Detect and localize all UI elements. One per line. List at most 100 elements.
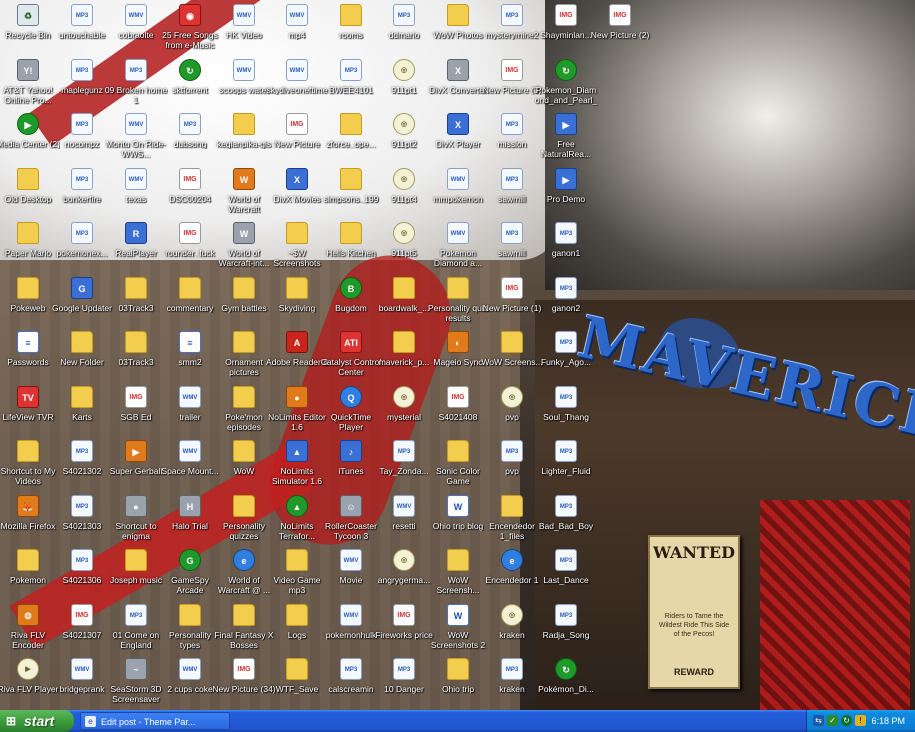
desktop-icon[interactable]: ◎ kraken — [486, 602, 538, 652]
desktop-icon[interactable]: Y! AT&T Yahoo! Online Pro... — [2, 57, 54, 107]
desktop-icon[interactable]: ● NoLimits Editor 1.6 — [268, 384, 326, 434]
desktop-icon[interactable]: A Adobe Reader 8 — [266, 329, 328, 379]
desktop-icon[interactable]: ▶ Pro Demo — [540, 166, 592, 216]
desktop-icon[interactable]: MP3 mission — [486, 111, 538, 161]
desktop-icon[interactable]: Poke'mon episodes — [218, 384, 270, 434]
desktop-icon[interactable]: IMG New Picture (34) — [212, 656, 276, 706]
desktop-icon[interactable]: WMV scoops water — [218, 57, 270, 107]
desktop-icon[interactable]: MP3 ganon2 — [540, 275, 592, 325]
desktop-icon[interactable]: 🦊 Mozilla Firefox — [1, 493, 55, 543]
desktop-icon[interactable]: W World of Warcraft — [218, 166, 270, 216]
desktop-icon[interactable]: MP3 ganon1 — [540, 220, 592, 270]
desktop-icon[interactable]: IMG S4021307 — [56, 602, 108, 652]
desktop-icon[interactable]: MP3 09 Broken home 1 — [105, 57, 167, 107]
desktop-icon[interactable]: MP3 Lighter_Fluid — [540, 438, 592, 488]
desktop-icon[interactable]: Sonic Color Game — [432, 438, 484, 488]
desktop-icon[interactable]: ▲ NoLimits Simulator 1.6 — [271, 438, 323, 488]
desktop-icon[interactable]: B Bugdom — [325, 275, 377, 325]
desktop-icon[interactable]: IMG rounder_fuck — [164, 220, 216, 270]
desktop-icon[interactable]: ♪ iTunes — [325, 438, 377, 488]
desktop-icon[interactable]: ↻ sktforrent — [164, 57, 216, 107]
desktop-icon[interactable]: ⚙ Riva FLV Encoder — [2, 602, 54, 652]
desktop-icon[interactable]: MP3 Funky_Ago... — [540, 329, 592, 379]
desktop-icon[interactable]: MP3 S4021302 — [56, 438, 108, 488]
desktop-icon[interactable]: e World of Warcraft @ ... — [218, 547, 270, 597]
desktop-icon[interactable]: IMG New Picture (2) — [591, 2, 649, 52]
desktop-icon[interactable]: 03Track3 — [110, 275, 162, 325]
desktop-icon[interactable]: simpsons_199 — [324, 166, 378, 216]
desktop-icon[interactable]: Ohio trip — [432, 656, 484, 706]
desktop-icon[interactable]: X DivX Player — [432, 111, 484, 161]
desktop-icon[interactable]: rooms — [325, 2, 377, 52]
desktop-icon[interactable]: WMV texas — [110, 166, 162, 216]
desktop-icon[interactable]: WMV mp4 — [271, 2, 323, 52]
desktop-icon[interactable]: IMG New Picture — [271, 111, 323, 161]
desktop-icon[interactable]: MP3 Last_Dance — [540, 547, 592, 597]
desktop-icon[interactable]: MP3 10 Danger — [378, 656, 430, 706]
desktop-icon[interactable]: WMV 2 cups coke — [164, 656, 216, 706]
desktop[interactable]: MAVERICK WANTED Riders to Tame the Wilde… — [0, 0, 915, 710]
desktop-icon[interactable]: MP3 bonkerfire — [56, 166, 108, 216]
desktop-icon[interactable]: MP3 BWEE4101 — [325, 57, 377, 107]
desktop-icon[interactable]: MP3 ddmario — [378, 2, 430, 52]
desktop-icon[interactable]: WMV pokemonhulk — [325, 602, 377, 652]
desktop-icon[interactable]: X DivX Movies — [271, 166, 323, 216]
desktop-icon[interactable]: ▶ Media Center (2) — [0, 111, 60, 161]
desktop-icon[interactable]: WMV cobraolte — [110, 2, 162, 52]
desktop-icon[interactable]: MP3 sawmill — [486, 166, 538, 216]
desktop-icon[interactable]: Pokeweb — [2, 275, 54, 325]
desktop-icon[interactable]: zforce_ope... — [325, 111, 377, 161]
desktop-icon[interactable]: Hells Kitchen — [325, 220, 377, 270]
desktop-icon[interactable]: MP3 Radja_Song — [540, 602, 592, 652]
desktop-icon[interactable]: Encendedor 1_files — [486, 493, 538, 543]
desktop-icon[interactable]: ◎ angrygerma... — [378, 547, 430, 597]
desktop-icon[interactable]: IMG SGB Ed — [110, 384, 162, 434]
desktop-icon[interactable]: IMG Fireworks price — [375, 602, 433, 652]
desktop-icon[interactable]: WMV bridgeprank — [56, 656, 108, 706]
desktop-icon[interactable]: ◎ pvp — [486, 384, 538, 434]
desktop-icon[interactable]: Personality types — [164, 602, 216, 652]
torrent-tray-icon[interactable]: ↻ — [841, 715, 852, 726]
desktop-icon[interactable]: ~$W Screenshots — [271, 220, 323, 270]
desktop-icon[interactable]: ≡ Passwords — [2, 329, 54, 379]
desktop-icon[interactable]: WMV Montu On Ride-WWS... — [106, 111, 166, 161]
desktop-icon[interactable]: WMV resetti — [378, 493, 430, 543]
desktop-icon[interactable]: ♻ Recycle Bin — [2, 2, 54, 52]
desktop-icon[interactable]: W World of Warcraft-int... — [218, 220, 270, 270]
desktop-icon[interactable]: WMV HK Video — [218, 2, 270, 52]
desktop-icon[interactable]: Q QuickTime Player — [325, 384, 377, 434]
desktop-icon[interactable]: MP3 calscreamin — [325, 656, 377, 706]
desktop-icon[interactable]: MP3 kraken — [486, 656, 538, 706]
desktop-icon[interactable]: Old Desktop — [2, 166, 54, 216]
desktop-icon[interactable]: Joseph music — [110, 547, 162, 597]
desktop-icon[interactable]: MP3 pokemonex... — [56, 220, 108, 270]
desktop-icon[interactable]: ▶ Riva FLV Player — [0, 656, 58, 706]
desktop-icon[interactable]: MP3 S4021303 — [56, 493, 108, 543]
desktop-icon[interactable]: G Google Updater — [52, 275, 112, 325]
clock[interactable]: 6:18 PM — [871, 710, 905, 732]
desktop-icon[interactable]: MP3 maplegunz — [56, 57, 108, 107]
desktop-icon[interactable]: G GameSpy Arcade — [164, 547, 216, 597]
desktop-icon[interactable]: WoW Screens... — [481, 329, 543, 379]
desktop-icon[interactable]: MP3 mysterymine2 — [486, 2, 538, 52]
desktop-icon[interactable]: WMV Pokemon Diamond a... — [432, 220, 484, 270]
desktop-icon[interactable]: WTF_Save — [271, 656, 323, 706]
desktop-icon[interactable]: WMV trailer — [164, 384, 216, 434]
desktop-icon[interactable]: ≡ smm2 — [164, 329, 216, 379]
start-button[interactable]: ⊞ start — [0, 710, 74, 732]
desktop-icon[interactable]: Pokemon — [2, 547, 54, 597]
desktop-icon[interactable]: ◉ 25 Free Songs from e-Music — [162, 2, 218, 52]
desktop-icon[interactable]: MP3 Bad_Bad_Boy — [539, 493, 593, 543]
desktop-icon[interactable]: Paper Mario — [2, 220, 54, 270]
desktop-icon[interactable]: ▶ Free NaturalRea... — [540, 111, 592, 161]
desktop-icon[interactable]: ◎ 911pt2 — [378, 111, 430, 161]
desktop-icon[interactable]: MP3 pvp — [486, 438, 538, 488]
desktop-icon[interactable]: ◎ 911pt5 — [378, 220, 430, 270]
desktop-icon[interactable]: e Encendedor 1 — [486, 547, 538, 597]
desktop-icon[interactable]: Skydiving — [271, 275, 323, 325]
desktop-icon[interactable]: WoW Screensh... — [432, 547, 484, 597]
desktop-icon[interactable]: ◐ Mageio Sync — [432, 329, 484, 379]
desktop-icon[interactable]: boardwalk_... — [378, 275, 430, 325]
desktop-icon[interactable]: IMG S4021408 — [432, 384, 484, 434]
desktop-icon[interactable]: ◎ 911pt4 — [378, 166, 430, 216]
